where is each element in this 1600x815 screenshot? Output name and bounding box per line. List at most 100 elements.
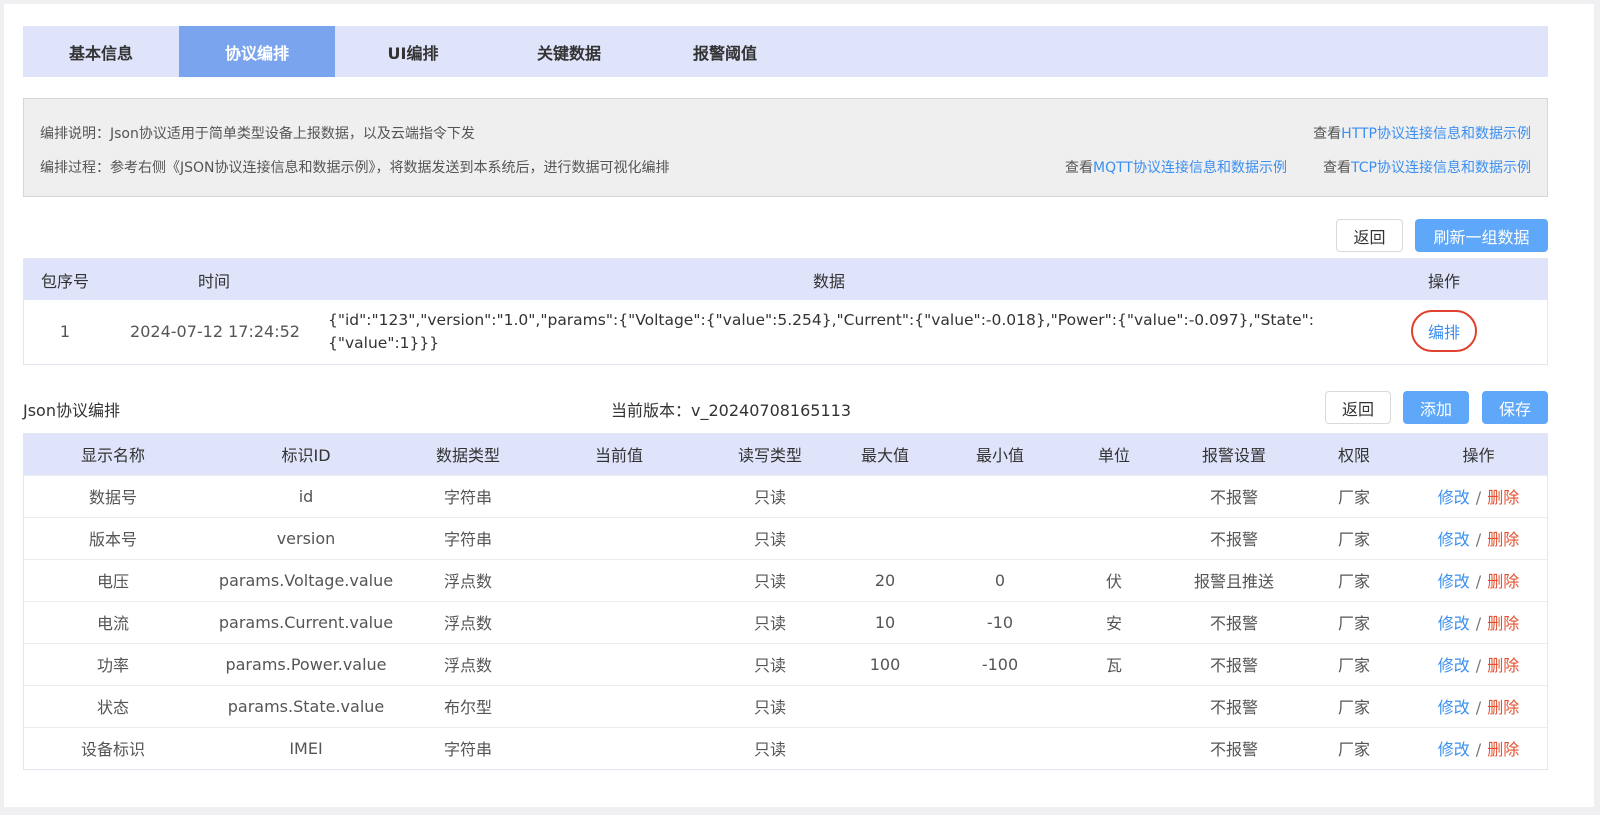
modify-link[interactable]: 修改 <box>1438 656 1470 675</box>
cell-actions: 修改 / 删除 <box>1410 684 1547 727</box>
field-table-header: 显示名称 标识ID 数据类型 当前值 读写类型 最大值 最小值 单位 报警设置 … <box>24 434 1547 475</box>
delete-link[interactable]: 删除 <box>1487 530 1519 549</box>
cell-min-value: -10 <box>942 600 1058 643</box>
delete-link[interactable]: 删除 <box>1487 698 1519 717</box>
action-separator: / <box>1475 740 1482 760</box>
packet-data: {"id":"123","version":"1.0","params":{"V… <box>328 311 1314 352</box>
modify-link[interactable]: 修改 <box>1438 740 1470 759</box>
cell-display-name: 电压 <box>24 558 202 601</box>
tab-ui-orchestration[interactable]: UI编排 <box>335 26 491 77</box>
cell-identifier: params.Current.value <box>202 600 410 643</box>
cell-rw-type: 只读 <box>712 684 828 727</box>
mqtt-info-link[interactable]: 查看MQTT协议连接信息和数据示例 <box>1065 157 1287 177</box>
action-separator: / <box>1475 614 1482 633</box>
header-identifier: 标识ID <box>202 434 410 475</box>
view-prefix: 查看 <box>1065 160 1094 176</box>
header-seq: 包序号 <box>40 271 89 291</box>
cell-permission: 厂家 <box>1298 558 1410 601</box>
cell-unit <box>1058 684 1170 727</box>
cell-max-value <box>828 474 942 517</box>
tab-alarm-threshold[interactable]: 报警阈值 <box>647 26 803 77</box>
add-button[interactable]: 添加 <box>1403 391 1469 424</box>
modify-link[interactable]: 修改 <box>1438 698 1470 717</box>
cell-min-value: -100 <box>942 642 1058 685</box>
current-version: 当前版本：v_20240708165113 <box>611 397 851 421</box>
cell-permission: 厂家 <box>1298 516 1410 559</box>
header-unit: 单位 <box>1058 434 1170 475</box>
delete-link[interactable]: 删除 <box>1487 572 1519 591</box>
cell-unit: 瓦 <box>1058 642 1170 685</box>
cell-rw-type: 只读 <box>712 642 828 685</box>
cell-unit: 安 <box>1058 600 1170 643</box>
delete-link[interactable]: 删除 <box>1487 614 1519 633</box>
header-permission: 权限 <box>1298 434 1410 475</box>
view-prefix: 查看 <box>1313 126 1342 142</box>
table-row: 设备标识 IMEI 字符串 只读 不报警 厂家 修改 / 删除 <box>24 726 1547 769</box>
modify-link[interactable]: 修改 <box>1438 530 1470 549</box>
header-rw-type: 读写类型 <box>712 434 828 475</box>
header-op: 操作 <box>1427 271 1460 291</box>
packet-time: 2024-07-12 17:24:52 <box>130 322 300 341</box>
tcp-link-text[interactable]: TCP协议连接信息和数据示例 <box>1351 160 1531 176</box>
header-time: 时间 <box>197 271 230 291</box>
cell-display-name: 版本号 <box>24 516 202 559</box>
cell-alarm-setting: 不报警 <box>1170 474 1298 517</box>
json-back-button[interactable]: 返回 <box>1325 391 1391 424</box>
table-row: 电流 params.Current.value 浮点数 只读 10 -10 安不报警 厂家 修改… <box>24 600 1547 643</box>
cell-identifier: version <box>202 516 410 559</box>
cell-actions: 修改 / 删除 <box>1410 726 1547 769</box>
cell-rw-type: 只读 <box>712 600 828 643</box>
refresh-data-button[interactable]: 刷新一组数据 <box>1415 219 1548 252</box>
modify-link[interactable]: 修改 <box>1438 614 1470 633</box>
cell-current-value <box>526 642 712 685</box>
packet-seq: 1 <box>59 322 71 341</box>
cell-permission: 厂家 <box>1298 726 1410 769</box>
back-button[interactable]: 返回 <box>1336 219 1403 252</box>
mqtt-link-text[interactable]: MQTT协议连接信息和数据示例 <box>1093 160 1287 176</box>
save-button[interactable]: 保存 <box>1482 391 1548 424</box>
cell-unit <box>1058 474 1170 517</box>
action-separator: / <box>1475 488 1482 507</box>
cell-actions: 修改 / 删除 <box>1410 516 1547 559</box>
modify-link[interactable]: 修改 <box>1438 572 1470 591</box>
table-row: 功率 params.Power.value 浮点数 只读 100 -100 瓦不报警 厂家 修改… <box>24 642 1547 685</box>
tab-bar: 基本信息 协议编排 UI编排 关键数据 报警阈值 <box>23 26 1548 77</box>
view-prefix: 查看 <box>1323 160 1352 176</box>
cell-unit <box>1058 516 1170 559</box>
cell-max-value: 20 <box>828 558 942 601</box>
table-row: 状态 params.State.value 布尔型 只读 不报警 厂家 修改 / 删除 <box>24 684 1547 727</box>
http-link-text[interactable]: HTTP协议连接信息和数据示例 <box>1341 126 1531 142</box>
cell-min-value <box>942 474 1058 517</box>
delete-link[interactable]: 删除 <box>1487 488 1519 507</box>
field-table: 显示名称 标识ID 数据类型 当前值 读写类型 最大值 最小值 单位 报警设置 … <box>23 433 1548 770</box>
cell-current-value <box>526 474 712 517</box>
cell-current-value <box>526 516 712 559</box>
cell-display-name: 功率 <box>24 642 202 685</box>
delete-link[interactable]: 删除 <box>1487 656 1519 675</box>
cell-identifier: IMEI <box>202 726 410 769</box>
cell-display-name: 状态 <box>24 684 202 727</box>
header-data: 数据 <box>812 271 845 291</box>
cell-max-value: 100 <box>828 642 942 685</box>
json-section-title: Json协议编排 <box>23 401 120 420</box>
cell-alarm-setting: 不报警 <box>1170 600 1298 643</box>
cell-display-name: 数据号 <box>24 474 202 517</box>
cell-permission: 厂家 <box>1298 600 1410 643</box>
table-row: 电压 params.Voltage.value 浮点数 只读 20 0 伏报警且推送 厂家 修改… <box>24 558 1547 601</box>
delete-link[interactable]: 删除 <box>1487 740 1519 759</box>
tab-basic-info[interactable]: 基本信息 <box>23 26 179 77</box>
cell-data-type: 字符串 <box>410 516 526 559</box>
tab-key-data[interactable]: 关键数据 <box>491 26 647 77</box>
cell-max-value <box>828 516 942 559</box>
cell-unit: 伏 <box>1058 558 1170 601</box>
orchestrate-link[interactable]: 编排 <box>1411 310 1477 352</box>
tab-protocol-orchestration[interactable]: 协议编排 <box>179 26 335 77</box>
tcp-info-link[interactable]: 查看TCP协议连接信息和数据示例 <box>1323 157 1531 177</box>
cell-actions: 修改 / 删除 <box>1410 600 1547 643</box>
action-separator: / <box>1475 530 1482 549</box>
cell-display-name: 设备标识 <box>24 726 202 769</box>
modify-link[interactable]: 修改 <box>1438 488 1470 507</box>
cell-current-value <box>526 558 712 601</box>
cell-max-value <box>828 726 942 769</box>
http-info-link[interactable]: 查看HTTP协议连接信息和数据示例 <box>1313 123 1531 143</box>
